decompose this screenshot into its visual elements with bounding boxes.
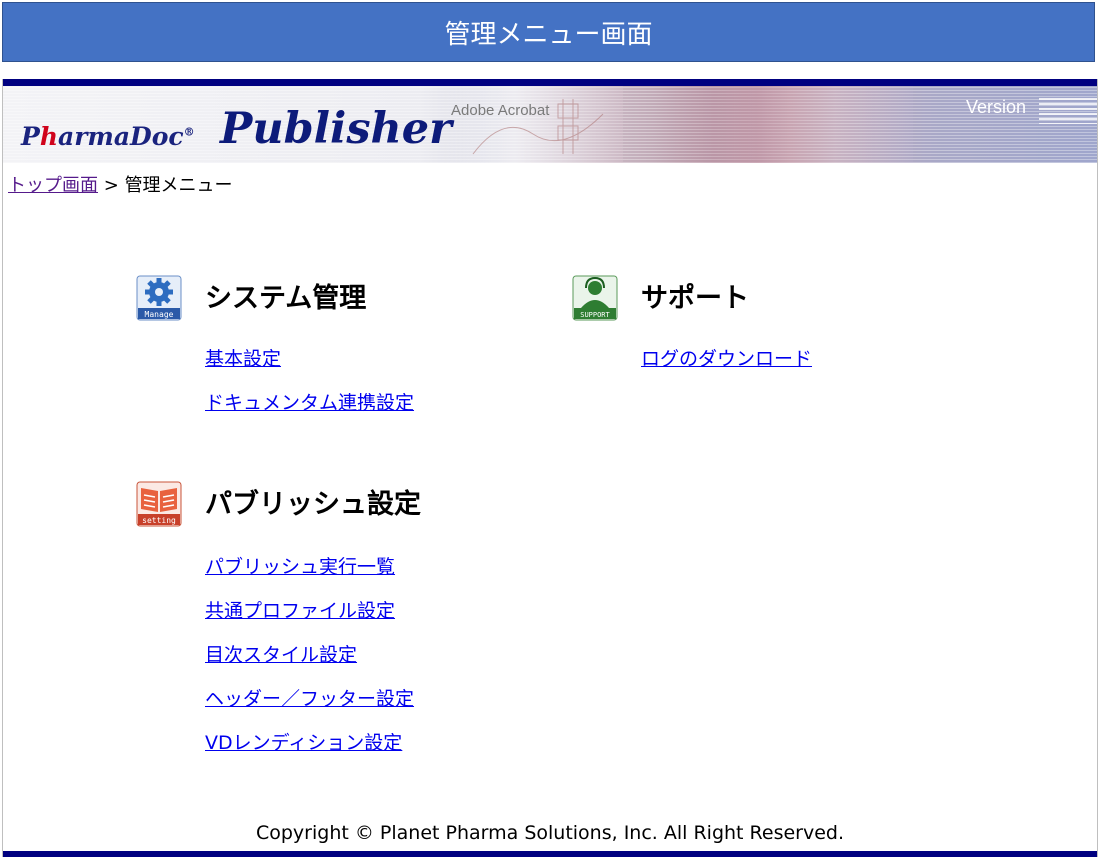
vd-rendition-link[interactable]: VDレンディション設定: [205, 728, 402, 755]
basic-settings-link[interactable]: 基本設定: [205, 344, 281, 371]
system-section-title: システム管理: [205, 283, 367, 314]
breadcrumb: トップ画面 > 管理メニュー: [8, 171, 233, 197]
publisher-logo: Publisher: [220, 104, 452, 154]
publish-history-link[interactable]: パブリッシュ実行一覧: [205, 552, 395, 579]
frame-top-border: [3, 79, 1097, 86]
toc-style-link[interactable]: 目次スタイル設定: [205, 640, 357, 667]
version-label: Version: [966, 97, 1027, 117]
breadcrumb-current: 管理メニュー: [124, 175, 233, 196]
app-frame: Adobe Acrobat PharmaDoc® Publisher Versi…: [2, 79, 1098, 857]
gear-manage-icon: Manage: [136, 275, 182, 321]
header-banner: Adobe Acrobat PharmaDoc® Publisher Versi…: [3, 86, 1097, 163]
frame-bottom-border: [3, 851, 1097, 857]
window-title: 管理メニュー画面: [444, 19, 653, 50]
svg-text:Manage: Manage: [145, 310, 174, 319]
version-decoration: [1039, 98, 1097, 124]
pharmadoc-logo: PharmaDoc®: [21, 122, 195, 151]
publish-section-title: パブリッシュ設定: [205, 489, 421, 520]
breadcrumb-separator: >: [103, 175, 119, 196]
documentum-settings-link[interactable]: ドキュメンタム連携設定: [205, 388, 414, 415]
support-section-title: サポート: [641, 283, 749, 314]
svg-text:setting: setting: [142, 516, 176, 525]
svg-text:SUPPORT: SUPPORT: [580, 311, 610, 319]
breadcrumb-home-link[interactable]: トップ画面: [8, 175, 98, 196]
support-person-icon: SUPPORT: [572, 275, 618, 321]
book-setting-icon: setting: [136, 481, 182, 527]
header-footer-link[interactable]: ヘッダー／フッター設定: [205, 684, 414, 711]
copyright-footer: Copyright © Planet Pharma Solutions, Inc…: [255, 822, 845, 844]
common-profile-link[interactable]: 共通プロファイル設定: [205, 596, 395, 623]
window-title-bar: 管理メニュー画面: [2, 2, 1095, 62]
acrobat-text: Adobe Acrobat: [451, 102, 550, 119]
log-download-link[interactable]: ログのダウンロード: [641, 344, 812, 371]
